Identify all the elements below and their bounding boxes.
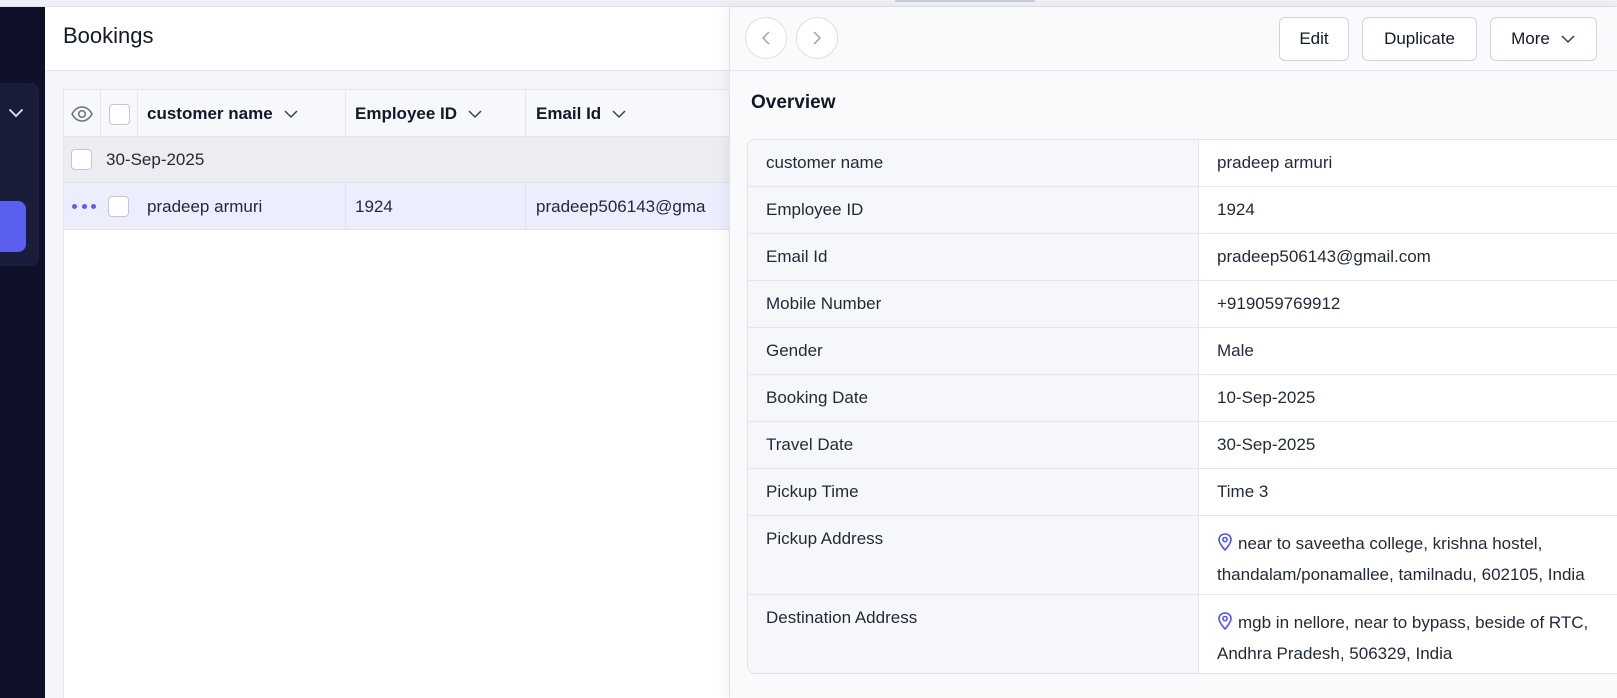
column-label: Employee ID xyxy=(355,104,458,123)
column-header-employee-id[interactable]: Employee ID xyxy=(346,90,526,138)
chevron-down-icon xyxy=(1561,35,1575,44)
field-value: 1924 xyxy=(1217,200,1255,219)
field-row: Employee ID 1924 xyxy=(748,187,1617,234)
column-label: Email Id xyxy=(536,104,602,123)
table-row[interactable]: pradeep armuri 1924 pradeep506143@gma xyxy=(64,183,744,230)
sidebar xyxy=(0,7,45,698)
select-all-cell xyxy=(101,90,138,138)
field-label: customer name xyxy=(748,140,1199,186)
column-header-email-id[interactable]: Email Id xyxy=(526,90,744,138)
row-checkbox[interactable] xyxy=(108,196,129,217)
bookings-list-view: Bookings customer name Employee ID Email… xyxy=(45,7,744,698)
record-detail-panel: Edit Duplicate More Overview customer na… xyxy=(729,7,1617,698)
field-label: Pickup Address xyxy=(748,516,1199,594)
page-title: Bookings xyxy=(63,23,154,48)
duplicate-button[interactable]: Duplicate xyxy=(1362,17,1477,61)
group-checkbox[interactable] xyxy=(71,149,92,170)
cell-customer-name[interactable]: pradeep armuri xyxy=(138,183,346,230)
select-all-checkbox[interactable] xyxy=(108,103,130,125)
detail-toolbar: Edit Duplicate More xyxy=(730,7,1617,71)
previous-record-button[interactable] xyxy=(745,17,787,59)
field-value-address: mgb in nellore, near to bypass, beside o… xyxy=(1199,595,1617,673)
field-row: Travel Date 30-Sep-2025 xyxy=(748,422,1617,469)
more-button[interactable]: More xyxy=(1490,17,1597,61)
field-label: Booking Date xyxy=(748,375,1199,421)
chevron-right-icon xyxy=(813,31,822,45)
email-link[interactable]: pradeep506143@gmail.com xyxy=(1199,234,1617,280)
field-row: Mobile Number +919059769912 xyxy=(748,281,1617,328)
more-button-label: More xyxy=(1511,29,1550,48)
field-row: Pickup Address near to saveetha college,… xyxy=(748,516,1617,595)
group-row[interactable]: 30-Sep-2025 xyxy=(64,137,744,183)
field-value: Male xyxy=(1217,341,1254,360)
column-label: customer name xyxy=(147,104,273,123)
field-label: Travel Date xyxy=(748,422,1199,468)
chevron-down-icon xyxy=(468,110,482,119)
field-label: Destination Address xyxy=(748,595,1199,673)
cell-email-link[interactable]: pradeep506143@gma xyxy=(526,183,744,230)
field-row: Pickup Time Time 3 xyxy=(748,469,1617,516)
row-actions-icon[interactable] xyxy=(72,197,96,215)
field-row: Gender Male xyxy=(748,328,1617,375)
bookings-grid: customer name Employee ID Email Id 30-Se… xyxy=(63,89,744,698)
grid-header: customer name Employee ID Email Id xyxy=(64,89,744,138)
field-value: 30-Sep-2025 xyxy=(1217,435,1316,454)
field-value: Time 3 xyxy=(1217,482,1269,501)
field-value-address: near to saveetha college, krishna hostel… xyxy=(1199,516,1617,594)
overview-heading: Overview xyxy=(751,92,836,113)
column-header-customer-name[interactable]: customer name xyxy=(138,90,346,138)
chevron-down-icon xyxy=(612,110,626,119)
location-pin-icon xyxy=(1218,533,1232,551)
field-label: Pickup Time xyxy=(748,469,1199,515)
eye-icon xyxy=(71,106,93,122)
group-label: 30-Sep-2025 xyxy=(106,150,205,169)
field-row: Booking Date 10-Sep-2025 xyxy=(748,375,1617,422)
overview-table: customer name pradeep armuri Employee ID… xyxy=(747,139,1617,674)
location-pin-icon xyxy=(1218,612,1232,630)
chevron-down-icon[interactable] xyxy=(6,103,26,123)
field-row: customer name pradeep armuri xyxy=(748,140,1617,187)
list-header: Bookings xyxy=(45,7,730,71)
field-row: Email Id pradeep506143@gmail.com xyxy=(748,234,1617,281)
field-value: 10-Sep-2025 xyxy=(1217,388,1316,407)
column-visibility-button[interactable] xyxy=(64,90,101,138)
pickup-address-text: near to saveetha college, krishna hostel… xyxy=(1217,534,1585,584)
field-value: pradeep armuri xyxy=(1217,153,1333,172)
field-label: Gender xyxy=(748,328,1199,374)
next-record-button[interactable] xyxy=(796,17,838,59)
window-drag-handle[interactable] xyxy=(895,0,1035,2)
edit-button[interactable]: Edit xyxy=(1279,17,1349,61)
field-label: Mobile Number xyxy=(748,281,1199,327)
chevron-down-icon xyxy=(284,110,298,119)
chevron-left-icon xyxy=(761,31,770,45)
field-row: Destination Address mgb in nellore, near… xyxy=(748,595,1617,673)
sidebar-active-item[interactable] xyxy=(0,201,26,252)
field-value: +919059769912 xyxy=(1217,294,1341,313)
field-label: Email Id xyxy=(748,234,1199,280)
field-label: Employee ID xyxy=(748,187,1199,233)
cell-employee-id[interactable]: 1924 xyxy=(346,183,526,230)
destination-address-text: mgb in nellore, near to bypass, beside o… xyxy=(1217,613,1589,663)
top-strip xyxy=(0,0,1617,7)
